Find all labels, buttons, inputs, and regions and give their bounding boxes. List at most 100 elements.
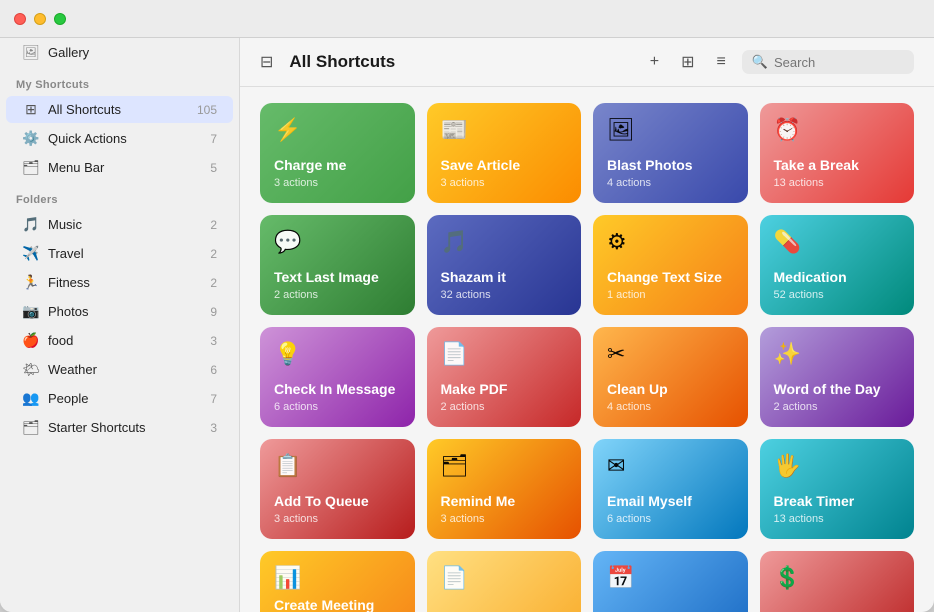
card-actions-clean-up: 4 actions	[607, 401, 734, 413]
menu-bar-label: Menu Bar	[48, 160, 202, 175]
quick-actions-icon: ⚙️	[22, 130, 40, 147]
card-icon-make-pdf: 📄	[441, 341, 568, 367]
shortcuts-grid: ⚡ Charge me 3 actions 📰 Save Article 3 a…	[260, 103, 914, 612]
music-count: 2	[210, 218, 217, 232]
shortcut-card-sort-lines[interactable]: 📄 Sort Lines 4 actions	[427, 551, 582, 612]
card-title-medication: Medication	[774, 269, 901, 286]
shortcut-card-shazam-it[interactable]: 🎵 Shazam it 32 actions	[427, 215, 582, 315]
weather-icon: 🌤	[22, 361, 40, 378]
card-icon-calculate-tip: 💲	[774, 565, 901, 591]
card-title-clean-up: Clean Up	[607, 381, 734, 398]
sidebar-toggle-icon[interactable]: ⊟	[260, 52, 273, 72]
minimize-button[interactable]	[34, 13, 46, 25]
menu-bar-count: 5	[210, 161, 217, 175]
card-actions-shazam-it: 32 actions	[441, 289, 568, 301]
all-shortcuts-label: All Shortcuts	[48, 102, 189, 117]
shortcut-card-add-to-queue[interactable]: 📋 Add To Queue 3 actions	[260, 439, 415, 539]
shortcut-card-word-of-the-day[interactable]: ✨ Word of the Day 2 actions	[760, 327, 915, 427]
sidebar-item-all-shortcuts[interactable]: ⊞ All Shortcuts 105	[6, 96, 233, 123]
card-actions-take-a-break: 13 actions	[774, 177, 901, 189]
shortcut-card-charge-me[interactable]: ⚡ Charge me 3 actions	[260, 103, 415, 203]
card-title-check-in-message: Check In Message	[274, 381, 401, 398]
close-button[interactable]	[14, 13, 26, 25]
travel-label: Travel	[48, 246, 202, 261]
titlebar	[0, 0, 934, 38]
card-actions-check-in-message: 6 actions	[274, 401, 401, 413]
weather-label: Weather	[48, 362, 202, 377]
folders-section: Folders	[0, 182, 239, 210]
sidebar-item-food[interactable]: 🍎 food 3	[6, 327, 233, 354]
shortcut-card-create-meeting-note[interactable]: 📊 Create Meeting Note 12 actions	[260, 551, 415, 612]
toolbar: ⊟ All Shortcuts + ⊞ ≡ 🔍	[240, 38, 934, 87]
fitness-icon: 🏃	[22, 274, 40, 291]
my-shortcuts-section: My Shortcuts	[0, 67, 239, 95]
search-box: 🔍	[742, 50, 914, 74]
people-label: People	[48, 391, 202, 406]
card-actions-break-timer: 13 actions	[774, 513, 901, 525]
grid-view-button[interactable]: ⊞	[675, 48, 700, 76]
shortcut-card-calculate-tip[interactable]: 💲 Calculate Tip 16 actions	[760, 551, 915, 612]
travel-count: 2	[210, 247, 217, 261]
card-title-save-article: Save Article	[441, 157, 568, 174]
card-actions-add-to-queue: 3 actions	[274, 513, 401, 525]
fitness-label: Fitness	[48, 275, 202, 290]
card-actions-save-article: 3 actions	[441, 177, 568, 189]
card-icon-change-text-size: ⚙	[607, 229, 734, 255]
shortcut-card-change-text-size[interactable]: ⚙ Change Text Size 1 action	[593, 215, 748, 315]
card-title-blast-photos: Blast Photos	[607, 157, 734, 174]
search-icon: 🔍	[752, 54, 768, 70]
card-actions-make-pdf: 2 actions	[441, 401, 568, 413]
music-icon: 🎵	[22, 216, 40, 233]
card-icon-add-to-queue: 📋	[274, 453, 401, 479]
card-icon-shazam-it: 🎵	[441, 229, 568, 255]
card-icon-break-timer: 🖐	[774, 453, 901, 479]
maximize-button[interactable]	[54, 13, 66, 25]
sidebar-item-starter-shortcuts[interactable]: 🗂 Starter Shortcuts 3	[6, 414, 233, 441]
sidebar-item-quick-actions[interactable]: ⚙️ Quick Actions 7	[6, 125, 233, 152]
card-icon-check-in-message: 💡	[274, 341, 401, 367]
photos-icon: 📷	[22, 303, 40, 320]
card-icon-text-last-image: 💬	[274, 229, 401, 255]
card-icon-charge-me: ⚡	[274, 117, 401, 143]
sidebar-item-fitness[interactable]: 🏃 Fitness 2	[6, 269, 233, 296]
shortcut-card-how-many-days-until[interactable]: 📅 How Many Days Until	[593, 551, 748, 612]
card-title-take-a-break: Take a Break	[774, 157, 901, 174]
app-window: 🖼 Gallery My Shortcuts ⊞ All Shortcuts 1…	[0, 0, 934, 612]
card-title-make-pdf: Make PDF	[441, 381, 568, 398]
sidebar-item-travel[interactable]: ✈️ Travel 2	[6, 240, 233, 267]
starter-shortcuts-count: 3	[210, 421, 217, 435]
add-shortcut-button[interactable]: +	[644, 49, 665, 75]
shortcut-card-text-last-image[interactable]: 💬 Text Last Image 2 actions	[260, 215, 415, 315]
photos-label: Photos	[48, 304, 202, 319]
card-actions-blast-photos: 4 actions	[607, 177, 734, 189]
menu-bar-icon: 🗂	[22, 159, 40, 176]
food-label: food	[48, 333, 202, 348]
shortcut-card-medication[interactable]: 💊 Medication 52 actions	[760, 215, 915, 315]
sidebar-item-people[interactable]: 👥 People 7	[6, 385, 233, 412]
quick-actions-count: 7	[210, 132, 217, 146]
card-icon-sort-lines: 📄	[441, 565, 568, 591]
sidebar-item-photos[interactable]: 📷 Photos 9	[6, 298, 233, 325]
card-icon-blast-photos: 🖼	[607, 117, 734, 143]
shortcut-card-take-a-break[interactable]: ⏰ Take a Break 13 actions	[760, 103, 915, 203]
sidebar-item-music[interactable]: 🎵 Music 2	[6, 211, 233, 238]
shortcut-card-check-in-message[interactable]: 💡 Check In Message 6 actions	[260, 327, 415, 427]
shortcut-card-save-article[interactable]: 📰 Save Article 3 actions	[427, 103, 582, 203]
card-icon-take-a-break: ⏰	[774, 117, 901, 143]
card-title-change-text-size: Change Text Size	[607, 269, 734, 286]
people-icon: 👥	[22, 390, 40, 407]
food-icon: 🍎	[22, 332, 40, 349]
shortcut-card-clean-up[interactable]: ✂ Clean Up 4 actions	[593, 327, 748, 427]
page-title: All Shortcuts	[289, 52, 633, 72]
sidebar-item-gallery[interactable]: 🖼 Gallery	[6, 39, 233, 66]
shortcut-card-blast-photos[interactable]: 🖼 Blast Photos 4 actions	[593, 103, 748, 203]
sidebar-item-weather[interactable]: 🌤 Weather 6	[6, 356, 233, 383]
shortcut-card-email-myself[interactable]: ✉ Email Myself 6 actions	[593, 439, 748, 539]
shortcut-card-remind-me[interactable]: 🗂 Remind Me 3 actions	[427, 439, 582, 539]
sidebar-item-menu-bar[interactable]: 🗂 Menu Bar 5	[6, 154, 233, 181]
shortcut-card-make-pdf[interactable]: 📄 Make PDF 2 actions	[427, 327, 582, 427]
search-input[interactable]	[774, 55, 904, 70]
card-icon-remind-me: 🗂	[441, 453, 568, 479]
list-view-button[interactable]: ≡	[710, 49, 731, 75]
shortcut-card-break-timer[interactable]: 🖐 Break Timer 13 actions	[760, 439, 915, 539]
